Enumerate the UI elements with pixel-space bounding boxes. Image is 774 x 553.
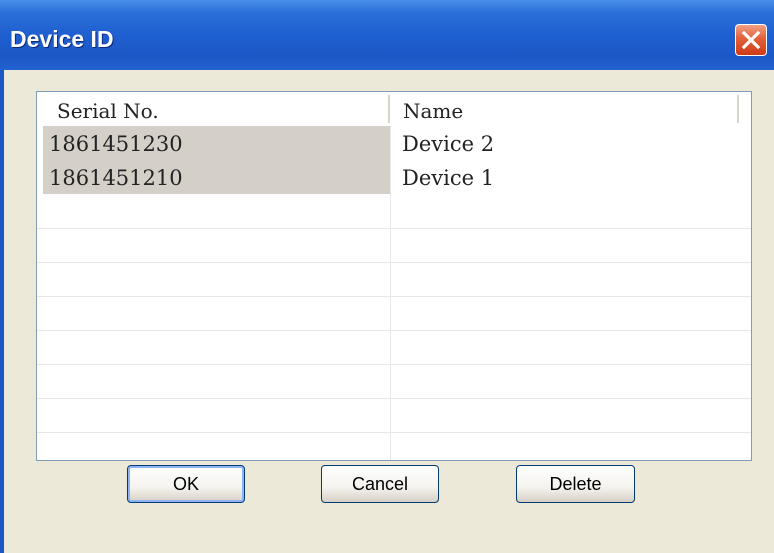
title-bar[interactable]: Device ID — [0, 0, 774, 70]
cancel-button[interactable]: Cancel — [321, 465, 439, 503]
list-header: Serial No. Name — [37, 92, 751, 126]
column-header-name[interactable]: Name — [403, 92, 733, 125]
row-gridline — [37, 432, 751, 433]
device-list[interactable]: Serial No. Name 1861451230 Device 2 1861… — [36, 91, 752, 461]
row-gridline — [37, 296, 751, 297]
name-cell: Device 2 — [402, 132, 495, 156]
serial-cell: 1861451210 — [43, 160, 390, 194]
column-gridline — [390, 126, 391, 460]
row-gridline — [37, 398, 751, 399]
column-separator[interactable] — [388, 95, 390, 123]
ok-button[interactable]: OK — [127, 465, 245, 503]
close-icon — [741, 30, 761, 50]
column-separator[interactable] — [737, 95, 739, 123]
list-row[interactable]: 1861451230 Device 2 — [37, 126, 751, 160]
window-title: Device ID — [10, 26, 114, 52]
device-id-dialog: Device ID Serial No. Name 1861451230 Dev… — [0, 0, 774, 553]
delete-button[interactable]: Delete — [516, 465, 635, 503]
serial-cell: 1861451230 — [43, 126, 390, 160]
row-gridline — [37, 262, 751, 263]
row-gridline — [37, 364, 751, 365]
list-row[interactable]: 1861451210 Device 1 — [37, 160, 751, 194]
name-cell: Device 1 — [402, 166, 495, 190]
close-button[interactable] — [735, 24, 767, 56]
row-gridline — [37, 228, 751, 229]
column-header-serial[interactable]: Serial No. — [57, 92, 387, 125]
row-gridline — [37, 330, 751, 331]
